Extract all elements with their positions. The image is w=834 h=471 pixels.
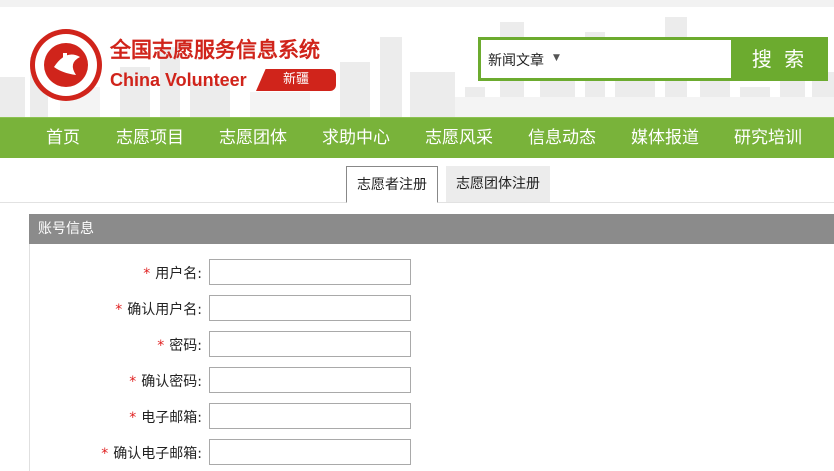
site-title-en: China Volunteer [110,70,247,90]
confirm-username-label: 确认用户名: [127,302,202,318]
nav-item-help-center[interactable]: 求助中心 [322,118,390,158]
email-input[interactable] [209,403,411,429]
volunteer-logo [30,29,102,101]
region-badge: 新疆 [256,69,336,91]
username-label: 用户名: [155,266,202,282]
password-label: 密码: [169,338,202,354]
form-row-email: * 电子邮箱: [0,403,834,429]
form-row-confirm-username: * 确认用户名: [0,295,834,321]
section-header-account: 账号信息 [29,214,834,244]
required-mark: * [157,338,165,354]
password-input[interactable] [209,331,411,357]
search-button[interactable]: 搜 索 [731,37,828,81]
search-box: 新闻文章 ▼ [478,37,731,81]
field-label: * 电子邮箱: [129,407,202,427]
search-input[interactable] [576,45,730,75]
tab-group-registration[interactable]: 志愿团体注册 [446,166,550,202]
nav-item-showcase[interactable]: 志愿风采 [425,118,493,158]
email-label: 电子邮箱: [141,410,202,426]
field-label: * 密码: [157,335,202,355]
confirm-password-label: 确认密码: [141,374,202,390]
form-row-confirm-password: * 确认密码: [0,367,834,393]
field-label: * 确认用户名: [115,299,202,319]
required-mark: * [129,410,137,426]
nav-item-groups[interactable]: 志愿团体 [219,118,287,158]
site-header: 全国志愿服务信息系统 China Volunteer 新疆 新闻文章 ▼ 搜 索 [0,7,834,117]
chevron-down-icon[interactable]: ▼ [553,53,560,63]
form-row-confirm-email: * 确认电子邮箱: [0,439,834,465]
nav-item-projects[interactable]: 志愿项目 [116,118,184,158]
nav-item-home[interactable]: 首页 [46,118,80,158]
required-mark: * [129,374,137,390]
registration-tabs: 志愿者注册 志愿团体注册 [0,166,834,203]
confirm-email-input[interactable] [209,439,411,465]
field-label: * 用户名: [143,263,202,283]
required-mark: * [143,266,151,282]
search-type-select[interactable]: 新闻文章 [488,50,544,70]
nav-item-research[interactable]: 研究培训 [734,118,802,158]
tab-volunteer-registration[interactable]: 志愿者注册 [346,166,438,203]
confirm-username-input[interactable] [209,295,411,321]
required-mark: * [101,446,109,462]
confirm-password-input[interactable] [209,367,411,393]
field-label: * 确认电子邮箱: [101,443,202,463]
nav-item-news[interactable]: 信息动态 [528,118,596,158]
confirm-email-label: 确认电子邮箱: [113,446,202,462]
form-row-username: * 用户名: [0,259,834,285]
form-row-password: * 密码: [0,331,834,357]
site-title-cn: 全国志愿服务信息系统 [110,38,320,62]
field-label: * 确认密码: [129,371,202,391]
username-input[interactable] [209,259,411,285]
required-mark: * [115,302,123,318]
main-nav: 首页 志愿项目 志愿团体 求助中心 志愿风采 信息动态 媒体报道 研究培训 [0,117,834,158]
nav-item-media[interactable]: 媒体报道 [631,118,699,158]
